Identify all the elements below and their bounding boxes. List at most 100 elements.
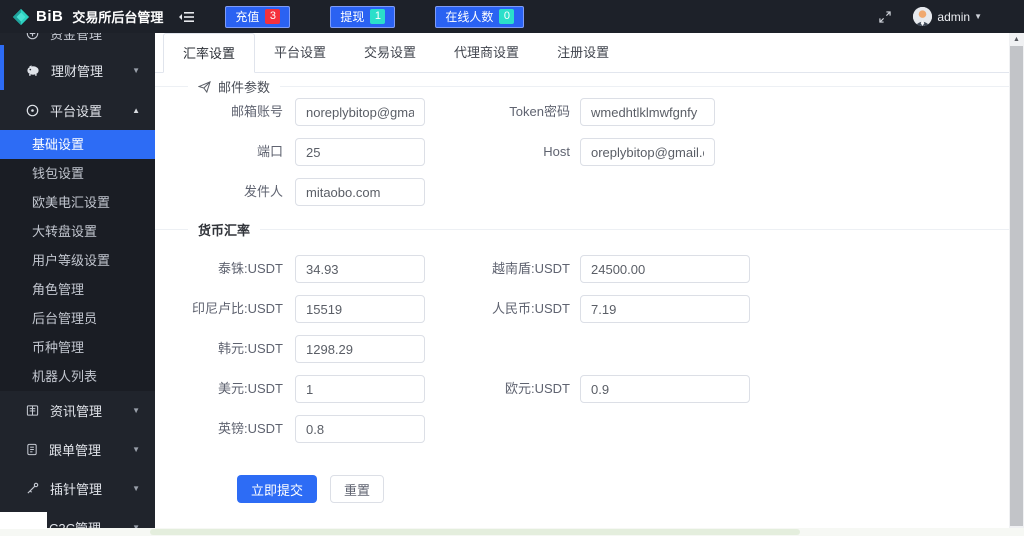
thb-usdt-label: 泰铢:USDT: [155, 255, 295, 283]
online-users-label: 在线人数: [445, 8, 493, 25]
chevron-down-icon: ▼: [132, 66, 140, 75]
usd-usdt-input[interactable]: [295, 375, 425, 403]
reset-button[interactable]: 重置: [330, 475, 384, 503]
mail-section-title: 邮件参数: [188, 79, 280, 94]
krw-usdt-label: 韩元:USDT: [155, 335, 295, 363]
sidebar-item-label: 平台设置: [50, 101, 102, 120]
vertical-scrollbar-thumb[interactable]: [1010, 46, 1023, 526]
form-row: 泰铢:USDT 越南盾:USDT: [155, 255, 1009, 283]
header-right: admin ▼: [879, 7, 1024, 26]
sidebar-item-news[interactable]: 资讯管理 ▼: [0, 391, 155, 430]
sidebar-item-label: 插针管理: [50, 479, 102, 498]
chevron-down-icon: ▼: [132, 406, 140, 415]
settings-tabs: 汇率设置 平台设置 交易设置 代理商设置 注册设置: [155, 33, 1009, 73]
mail-form: 邮箱账号 Token密码 端口 Host 发件人: [155, 98, 1009, 206]
target-icon: [26, 104, 39, 117]
port-input[interactable]: [295, 138, 425, 166]
email-account-input[interactable]: [295, 98, 425, 126]
form-row: 韩元:USDT: [155, 335, 1009, 363]
token-password-input[interactable]: [580, 98, 715, 126]
caret-down-icon[interactable]: ▼: [974, 12, 982, 21]
port-label: 端口: [155, 138, 295, 166]
scrollbar-corner-overlay: [0, 512, 47, 529]
tab-trade-settings[interactable]: 交易设置: [345, 33, 435, 72]
form-actions: 立即提交 重置: [237, 475, 1009, 503]
sidebar-item-pin[interactable]: 插针管理 ▼: [0, 469, 155, 508]
sidebar-item-wallet-settings[interactable]: 钱包设置: [0, 159, 155, 188]
doc-icon: [26, 443, 38, 456]
form-row: 端口 Host: [155, 138, 1009, 166]
tab-agent-settings[interactable]: 代理商设置: [435, 33, 538, 72]
main-content: 汇率设置 平台设置 交易设置 代理商设置 注册设置 邮件参数 邮箱账号 Toke…: [155, 33, 1009, 528]
scroll-up-icon[interactable]: ▲: [1009, 33, 1024, 46]
cny-usdt-label: 人民币:USDT: [425, 295, 580, 323]
gbp-usdt-input[interactable]: [295, 415, 425, 443]
vertical-scrollbar[interactable]: ▲: [1009, 33, 1024, 528]
chevron-down-icon: ▼: [132, 445, 140, 454]
token-password-label: Token密码: [425, 98, 580, 126]
submit-button[interactable]: 立即提交: [237, 475, 317, 503]
idr-usdt-input[interactable]: [295, 295, 425, 323]
horizontal-scrollbar-thumb[interactable]: [150, 529, 800, 535]
host-label: Host: [425, 138, 580, 166]
tab-platform-settings[interactable]: 平台设置: [255, 33, 345, 72]
sidebar-item-label: 跟单管理: [49, 440, 101, 459]
eur-usdt-label: 欧元:USDT: [425, 375, 580, 403]
sidebar-item-label: 资金管理: [50, 33, 102, 43]
sidebar-item-label: 理财管理: [51, 61, 103, 80]
eur-usdt-input[interactable]: [580, 375, 750, 403]
online-users-badge: 0: [499, 9, 514, 24]
divider-line: [155, 229, 1009, 230]
mail-section-divider: 邮件参数: [155, 79, 1009, 94]
withdraw-button[interactable]: 提现 1: [330, 6, 395, 28]
sidebar-item-wire-settings[interactable]: 欧美电汇设置: [0, 188, 155, 217]
sidebar-item-copy-trade[interactable]: 跟单管理 ▼: [0, 430, 155, 469]
sidebar-item-basic-settings[interactable]: 基础设置: [0, 130, 155, 159]
vnd-usdt-input[interactable]: [580, 255, 750, 283]
host-input[interactable]: [580, 138, 715, 166]
recharge-badge: 3: [265, 9, 280, 24]
cny-usdt-input[interactable]: [580, 295, 750, 323]
rates-section-divider: 货币汇率: [155, 222, 1009, 237]
recharge-button[interactable]: 充值 3: [225, 6, 290, 28]
tab-register-settings[interactable]: 注册设置: [538, 33, 628, 72]
fullscreen-icon[interactable]: [879, 11, 891, 23]
section-title-text: 邮件参数: [218, 77, 270, 96]
avatar[interactable]: [913, 7, 932, 26]
form-row: 发件人: [155, 178, 1009, 206]
sender-input[interactable]: [295, 178, 425, 206]
sidebar-item-admin-management[interactable]: 后台管理员: [0, 304, 155, 333]
thb-usdt-input[interactable]: [295, 255, 425, 283]
section-title-text: 货币汇率: [198, 220, 250, 239]
sidebar-item-role-management[interactable]: 角色管理: [0, 275, 155, 304]
form-row: 英镑:USDT: [155, 415, 1009, 443]
sidebar-item-wealth[interactable]: 理财管理 ▼: [0, 50, 155, 90]
tab-exchange-rate-settings[interactable]: 汇率设置: [163, 33, 255, 73]
sidebar-item-wheel-settings[interactable]: 大转盘设置: [0, 217, 155, 246]
sidebar-item-platform[interactable]: 平台设置 ▲: [0, 90, 155, 130]
divider-line: [155, 86, 1009, 87]
gem-logo-icon: [12, 8, 30, 26]
idr-usdt-label: 印尼卢比:USDT: [155, 295, 295, 323]
sender-label: 发件人: [155, 178, 295, 206]
online-users-button[interactable]: 在线人数 0: [435, 6, 524, 28]
usd-usdt-label: 美元:USDT: [155, 375, 295, 403]
pin-icon: [26, 482, 39, 495]
sidebar-item-robot-list[interactable]: 机器人列表: [0, 362, 155, 391]
header-stat-buttons: 充值 3 提现 1 在线人数 0: [225, 6, 564, 28]
sidebar-item-funds[interactable]: 资金管理: [0, 33, 155, 46]
sidebar-toggle-icon[interactable]: [179, 10, 195, 24]
sidebar-item-coin-management[interactable]: 币种管理: [0, 333, 155, 362]
username[interactable]: admin: [937, 10, 970, 24]
form-row: 美元:USDT 欧元:USDT: [155, 375, 1009, 403]
rates-section-title: 货币汇率: [188, 222, 260, 237]
chevron-down-icon: ▼: [132, 484, 140, 493]
krw-usdt-input[interactable]: [295, 335, 425, 363]
form-row: 印尼卢比:USDT 人民币:USDT: [155, 295, 1009, 323]
recharge-label: 充值: [235, 8, 259, 25]
horizontal-scrollbar[interactable]: [0, 528, 1024, 536]
sidebar-item-label: 资讯管理: [50, 401, 102, 420]
sidebar-item-user-level-settings[interactable]: 用户等级设置: [0, 246, 155, 275]
fund-plus-icon: [26, 33, 39, 40]
sidebar-nav: 资金管理 理财管理 ▼ 平台设置 ▲: [0, 33, 155, 536]
